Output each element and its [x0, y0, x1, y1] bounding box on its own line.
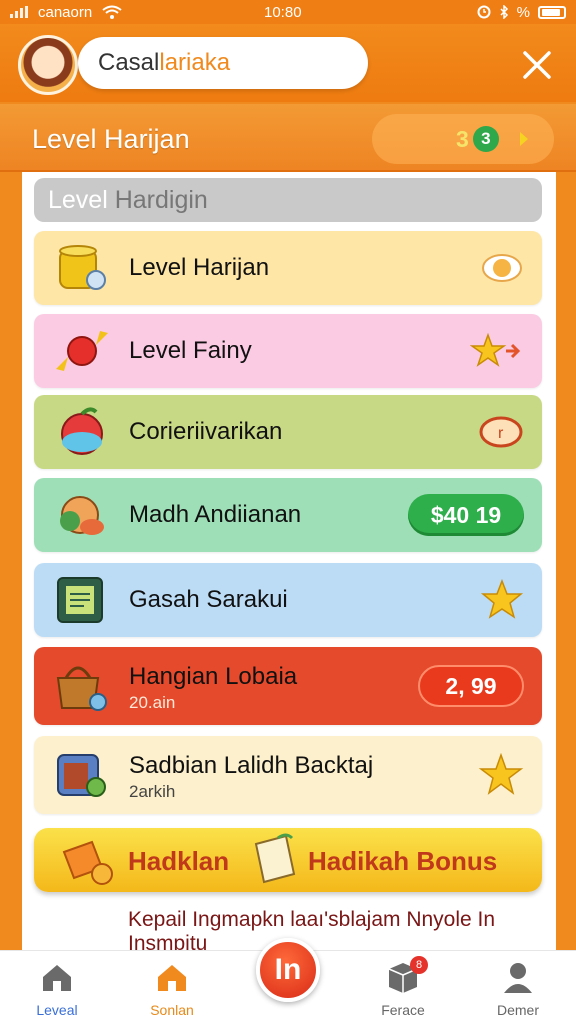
star-icon[interactable] [478, 753, 524, 797]
notification-badge: 8 [410, 956, 428, 974]
counter-value: 3 [456, 125, 469, 152]
list-item-title: Level Harijan [129, 254, 270, 281]
list-item-title: Madh Andiianan [129, 501, 302, 528]
list-item-title: Hangian Lobaia [129, 663, 298, 690]
list-item-subtitle: 20.ain [129, 693, 176, 712]
list-item[interactable]: Gasah Sarakui [34, 563, 542, 637]
book-icon [57, 577, 103, 623]
level-bar: Level Harijan 3 3 [0, 104, 576, 172]
honey-jar-icon [59, 245, 106, 290]
counter-badge: 3 [472, 126, 499, 152]
section-header: Level Hardigin [34, 178, 542, 222]
section-title: Level [48, 186, 115, 214]
list-item[interactable]: Level Harijan [34, 231, 542, 305]
list-item[interactable]: Level Fainy [34, 314, 542, 388]
coin-icon[interactable]: r [478, 414, 524, 450]
list-item-title: Gasah Sarakui [129, 586, 288, 613]
battery-percent: % [516, 3, 530, 21]
close-button[interactable] [514, 44, 560, 86]
candy-icon [56, 331, 108, 371]
star-arrow-icon[interactable] [470, 331, 524, 371]
price-label: $40 19 [430, 501, 502, 528]
apple-icon [61, 407, 103, 455]
coin-icon[interactable] [480, 251, 524, 285]
carrier-name: canaorn [38, 3, 93, 21]
alarm-icon [477, 5, 491, 19]
status-bar: canaorn 10:80 % [0, 0, 576, 24]
avatar[interactable] [18, 35, 78, 95]
nav-label: Demer [496, 1002, 539, 1018]
bonus-label-right: Hadikah Bonus [308, 846, 498, 876]
center-action-button[interactable]: In [256, 938, 320, 1002]
bonus-button[interactable]: Hadklan Hadikah Bonus [34, 828, 542, 892]
price-button[interactable]: 2, 99 [418, 665, 524, 707]
star-icon[interactable] [480, 579, 524, 621]
chest-icon [57, 754, 106, 797]
level-counter[interactable]: 3 3 [372, 114, 554, 164]
nav-label: Ferace [381, 1002, 425, 1018]
list-item-title: Corieriivarikan [129, 418, 283, 445]
search-text: Casal [98, 49, 160, 76]
center-action-label: In [274, 953, 302, 986]
nav-item-demer[interactable]: Demer [478, 961, 558, 1018]
nav-item-level[interactable]: Leveal [17, 961, 97, 1018]
gift-icon [62, 840, 113, 885]
close-icon [523, 51, 551, 79]
battery-icon [538, 5, 566, 19]
svg-text:r: r [498, 425, 504, 442]
level-title: Level Harijan [32, 124, 190, 154]
note-icon [254, 833, 296, 884]
list-item[interactable]: Madh Andiianan $40 19 [34, 478, 542, 552]
wifi-icon [102, 5, 122, 19]
nav-label: Leveal [36, 1002, 78, 1018]
status-time: 10:80 [264, 3, 302, 21]
bonus-label-left: Hadklan [128, 846, 230, 876]
app-header: Casal lariaka [0, 24, 576, 102]
list-item-title: Sadbian Lalidh Backtaj [129, 752, 374, 779]
search-field[interactable]: Casal lariaka [78, 37, 368, 89]
section-title-dim: Hardigin [114, 186, 208, 214]
list-item[interactable]: Corieriivarikan r [34, 395, 542, 469]
nav-item-ferace[interactable]: Ferace [363, 961, 443, 1018]
description-text: Kepail Ingmapkn laaı'sblajam Nnyole In I… [128, 908, 496, 952]
nav-label: Sonlan [150, 1002, 194, 1018]
chevron-right-icon [519, 132, 528, 146]
signal-icon [10, 6, 28, 18]
character-icon [60, 496, 104, 535]
price-button[interactable]: $40 19 [408, 494, 524, 536]
home-icon [43, 965, 71, 991]
bluetooth-icon [500, 5, 508, 19]
basket-icon [56, 666, 107, 711]
list-item-title: Level Fainy [129, 337, 252, 364]
house-icon [158, 965, 186, 991]
nav-item-sonlan[interactable]: Sonlan [132, 961, 212, 1018]
list-item[interactable]: Hangian Lobaia 20.ain 2, 99 [34, 647, 542, 725]
list-item-subtitle: 2arkih [129, 782, 176, 801]
list-item[interactable]: Sadbian Lalidh Backtaj 2arkih [34, 736, 542, 814]
user-icon [504, 963, 532, 993]
price-label: 2, 99 [445, 672, 497, 699]
search-text-accent: lariaka [159, 49, 231, 76]
